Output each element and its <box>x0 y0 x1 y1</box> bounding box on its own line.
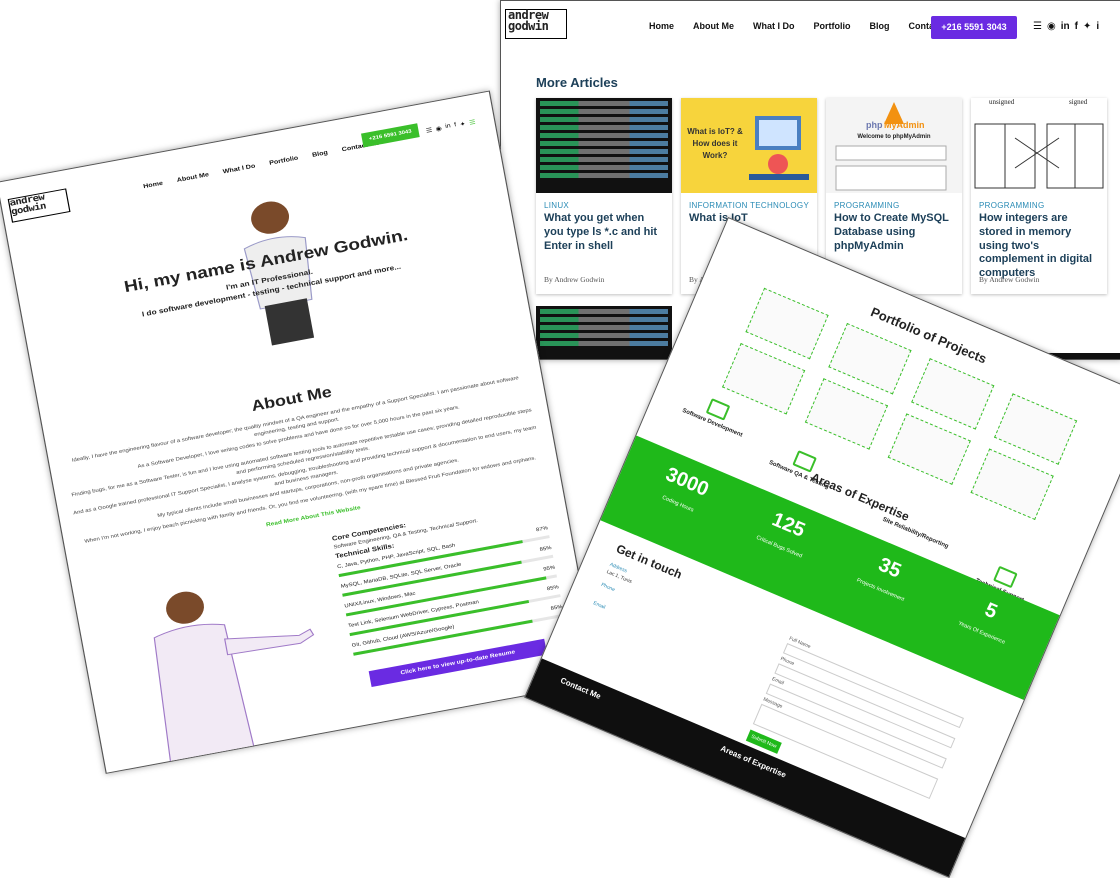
linkedin-icon[interactable]: in <box>445 123 452 131</box>
card-category[interactable]: PROGRAMMING <box>834 201 962 210</box>
phpmyadmin-thumbnail: php MyAdmin Welcome to phpMyAdmin <box>826 98 962 193</box>
site-logo[interactable]: andrew godwin <box>505 9 567 39</box>
skill-percent: 95% <box>542 564 556 573</box>
thumb-label-unsigned: unsigned <box>989 98 1015 106</box>
nav-about[interactable]: About Me <box>176 172 209 184</box>
card-title[interactable]: What you get when you type ls *.c and hi… <box>544 212 666 253</box>
nav-what-i-do[interactable]: What I Do <box>222 164 255 176</box>
project-logo-tile[interactable] <box>828 322 912 395</box>
monitor-icon <box>705 398 731 421</box>
pointing-photo <box>153 591 315 772</box>
project-logo-tile[interactable] <box>745 287 829 360</box>
svg-text:php: php <box>866 120 883 130</box>
skills-panel: Core Competencies: Software Engineering,… <box>331 494 565 661</box>
skill-percent: 85% <box>539 544 553 554</box>
nav-portfolio[interactable]: Portfolio <box>269 156 299 167</box>
iot-illustration <box>749 116 809 180</box>
project-logo-tile[interactable] <box>911 358 995 430</box>
social-links: ☰ ◉ in f ✦ i <box>1033 21 1099 32</box>
card-author: By Andrew Godwin <box>979 275 1040 284</box>
project-logo-tile[interactable] <box>722 343 806 415</box>
card-title[interactable]: How integers are stored in memory using … <box>979 212 1101 281</box>
binary-table-thumbnail: unsigned signed <box>971 98 1107 193</box>
stack-icon[interactable]: ☰ <box>1033 21 1042 32</box>
facebook-icon[interactable]: f <box>454 122 457 129</box>
site-logo[interactable]: andrew godwin <box>7 188 71 223</box>
main-nav: Home About Me What I Do Portfolio Blog C… <box>649 21 976 31</box>
email-label: Email <box>592 600 607 611</box>
menu-icon[interactable]: ☰ <box>469 119 476 127</box>
card-title[interactable]: How to Create MySQL Database using phpMy… <box>834 212 956 253</box>
terminal-thumbnail <box>536 98 672 193</box>
section-title: More Articles <box>536 75 618 90</box>
nav-blog[interactable]: Blog <box>870 21 890 31</box>
nav-home[interactable]: Home <box>649 21 674 31</box>
article-card[interactable]: php MyAdmin Welcome to phpMyAdmin PROGRA… <box>826 98 962 294</box>
social-links: ☰ ◉ in f ✦ ☰ <box>425 119 476 135</box>
project-logo-tile[interactable] <box>994 393 1078 465</box>
thumb-caption: Welcome to phpMyAdmin <box>857 134 931 140</box>
twitter-icon[interactable]: ✦ <box>1083 21 1091 32</box>
project-logo-tile[interactable] <box>970 448 1054 521</box>
card-category[interactable]: INFORMATION TECHNOLOGY <box>689 201 817 210</box>
stack-icon[interactable]: ☰ <box>425 127 432 135</box>
card-category[interactable]: PROGRAMMING <box>979 201 1107 210</box>
project-logo-tile[interactable] <box>887 413 971 485</box>
skill-percent: 85% <box>546 584 560 593</box>
phone-button[interactable]: +216 5591 3043 <box>931 16 1017 39</box>
github-icon[interactable]: ◉ <box>1047 21 1056 32</box>
facebook-icon[interactable]: f <box>1075 21 1078 32</box>
article-card[interactable]: unsigned signed PROGRAMMING How integers… <box>971 98 1107 294</box>
skill-percent: 87% <box>535 525 549 534</box>
binary-table-graphic <box>974 123 1104 189</box>
iot-thumbnail: What is IoT? & How does it Work? <box>681 98 817 193</box>
card-title[interactable]: What is IoT <box>689 212 811 226</box>
svg-text:MyAdmin: MyAdmin <box>884 120 925 130</box>
linkedin-icon[interactable]: in <box>1061 21 1070 32</box>
github-icon[interactable]: ◉ <box>435 125 442 133</box>
phpmyadmin-logo: php MyAdmin <box>835 102 947 191</box>
next-article-thumbnail[interactable] <box>536 306 672 356</box>
twitter-icon[interactable]: ✦ <box>459 120 466 128</box>
nav-portfolio[interactable]: Portfolio <box>814 21 851 31</box>
nav-about[interactable]: About Me <box>693 21 734 31</box>
phone-label: Phone <box>600 581 616 594</box>
nav-blog[interactable]: Blog <box>312 150 329 159</box>
card-category[interactable]: LINUX <box>544 201 672 210</box>
nav-what-i-do[interactable]: What I Do <box>753 21 795 31</box>
logo-line-2: godwin <box>508 19 549 34</box>
main-nav: Home About Me What I Do Portfolio Blog C… <box>143 138 395 190</box>
footer-contact-title: Contact Me <box>559 675 603 701</box>
nav-home[interactable]: Home <box>143 181 164 191</box>
card-author: By Andrew Godwin <box>544 275 605 284</box>
info-icon[interactable]: i <box>1096 21 1099 32</box>
thumb-label-signed: signed <box>1069 98 1088 106</box>
thumb-caption: What is IoT? & How does it Work? <box>687 127 743 160</box>
project-logo-tile[interactable] <box>804 378 889 450</box>
article-card[interactable]: LINUX What you get when you type ls *.c … <box>536 98 672 294</box>
